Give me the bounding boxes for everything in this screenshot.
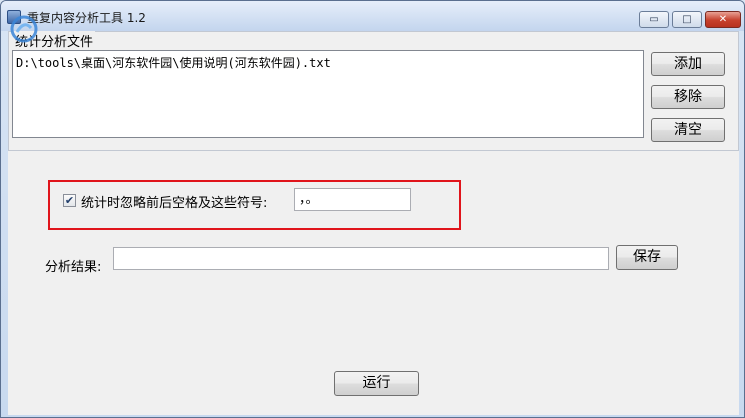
save-button[interactable]: 保存 — [616, 245, 678, 270]
watermark-logo-icon — [10, 15, 38, 43]
run-button[interactable]: 运行 — [334, 371, 419, 396]
symbols-input[interactable]: ，。 — [294, 188, 411, 211]
result-label: 分析结果: — [45, 260, 102, 275]
ignore-symbols-label: 统计时忽略前后空格及这些符号: — [81, 196, 268, 211]
window-title: 重复内容分析工具 1.2 — [27, 11, 146, 25]
list-item[interactable]: D:\tools\桌面\河东软件园\使用说明(河东软件园).txt — [16, 54, 331, 71]
app-window: 重复内容分析工具 1.2 ▭ □ ✕ 统计分析文件 D:\tools\桌面\河东… — [0, 0, 745, 418]
close-button[interactable]: ✕ — [705, 11, 741, 28]
watermark — [9, 14, 39, 48]
clear-button[interactable]: 清空 — [651, 118, 725, 142]
ignore-symbols-checkbox[interactable]: ✔ — [63, 194, 76, 207]
minimize-button[interactable]: ▭ — [639, 11, 669, 28]
result-field[interactable] — [113, 247, 609, 270]
file-list[interactable]: D:\tools\桌面\河东软件园\使用说明(河东软件园).txt — [12, 50, 644, 138]
title-bar[interactable]: 重复内容分析工具 1.2 ▭ □ ✕ — [1, 1, 744, 31]
maximize-button[interactable]: □ — [672, 11, 702, 28]
add-button[interactable]: 添加 — [651, 52, 725, 76]
remove-button[interactable]: 移除 — [651, 85, 725, 109]
